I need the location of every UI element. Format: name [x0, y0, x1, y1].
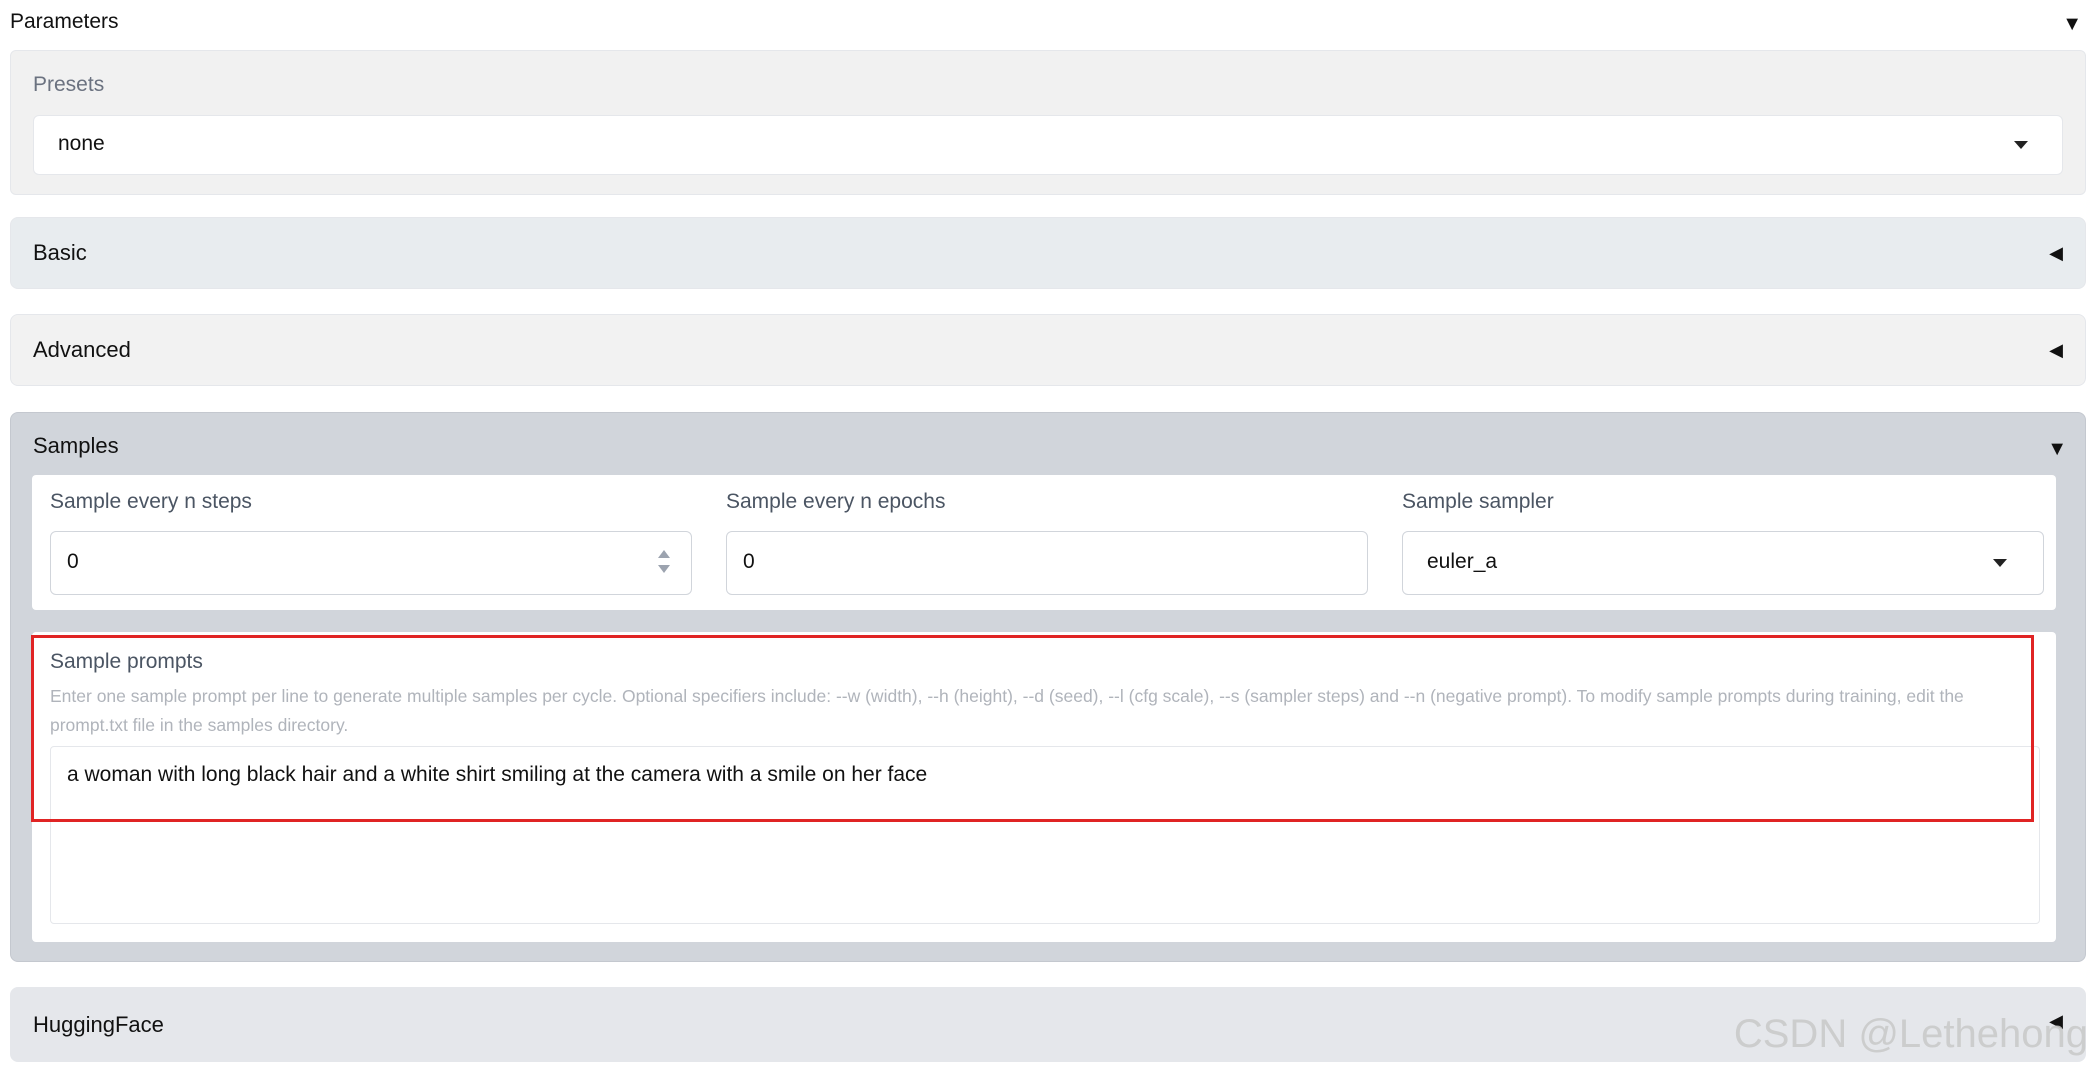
section-huggingface-label: HuggingFace	[33, 1012, 164, 1037]
section-basic[interactable]: Basic ◀	[10, 217, 2086, 289]
collapse-down-icon[interactable]: ▼	[2062, 14, 2082, 34]
chevron-down-icon	[1993, 559, 2007, 567]
section-basic-label: Basic	[33, 240, 87, 265]
highlight-box	[31, 635, 2034, 822]
sample-sampler-value: euler_a	[1427, 550, 1498, 573]
parameters-title: Parameters	[10, 10, 119, 33]
sample-steps-label: Sample every n steps	[50, 490, 252, 513]
sample-epochs-value: 0	[743, 550, 755, 573]
sample-steps-value: 0	[67, 550, 79, 573]
sample-sampler-dropdown[interactable]: euler_a	[1402, 531, 2044, 595]
section-samples-label[interactable]: Samples	[33, 433, 119, 459]
presets-value: none	[58, 132, 105, 155]
number-stepper-icon[interactable]	[657, 550, 671, 576]
sample-epochs-label: Sample every n epochs	[726, 490, 946, 513]
sample-steps-input[interactable]: 0	[50, 531, 692, 595]
samples-settings-row: Sample every n steps 0 Sample every n ep…	[32, 475, 2056, 610]
chevron-down-icon	[2014, 141, 2028, 149]
presets-panel: Presets none	[10, 50, 2086, 195]
presets-label: Presets	[33, 73, 105, 96]
section-advanced[interactable]: Advanced ◀	[10, 314, 2086, 386]
section-advanced-label: Advanced	[33, 337, 131, 362]
watermark: CSDN @Lethehong	[1733, 1012, 2088, 1056]
collapse-down-icon[interactable]: ▼	[2047, 439, 2067, 459]
sample-sampler-label: Sample sampler	[1402, 490, 1554, 513]
expand-left-icon: ◀	[2049, 340, 2063, 360]
sample-epochs-input[interactable]: 0	[726, 531, 1368, 595]
parameters-header[interactable]: Parameters ▼	[10, 8, 2086, 38]
expand-left-icon: ◀	[2049, 243, 2063, 263]
presets-dropdown[interactable]: none	[33, 115, 2063, 175]
